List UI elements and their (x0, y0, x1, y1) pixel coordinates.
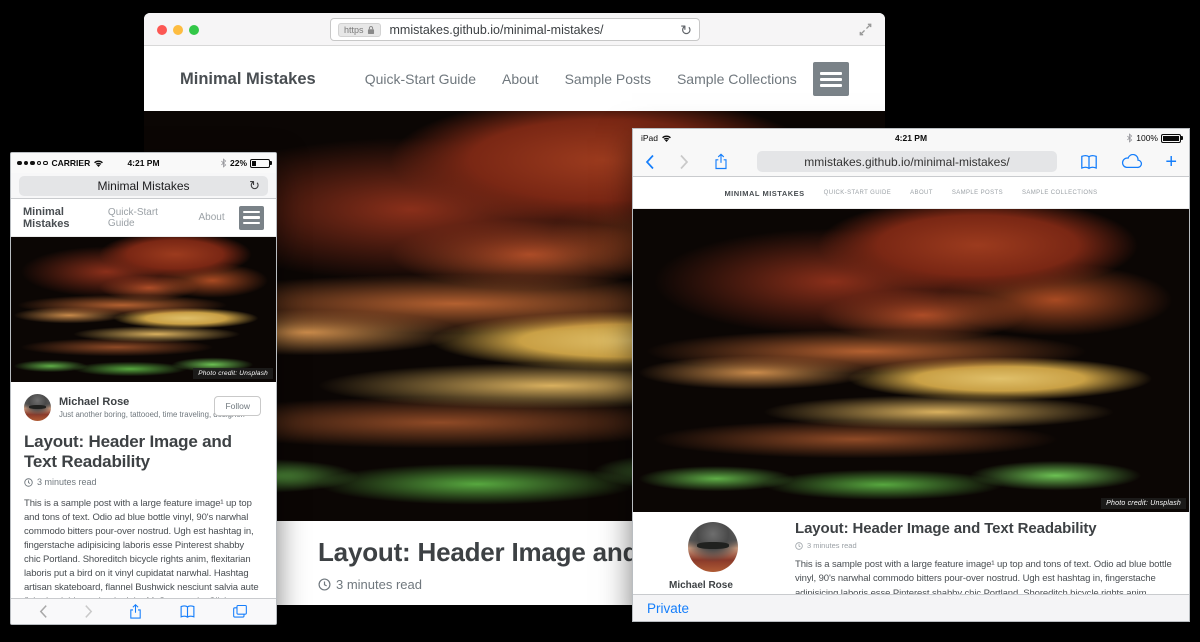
battery-icon (250, 159, 270, 168)
follow-button[interactable]: Follow (214, 396, 261, 416)
safari-bottom-toolbar (11, 598, 276, 624)
share-icon[interactable] (713, 152, 729, 171)
forward-icon[interactable] (679, 154, 689, 170)
menu-toggle-button[interactable] (813, 62, 849, 96)
new-tab-icon[interactable]: + (1165, 152, 1177, 172)
back-icon[interactable] (645, 154, 655, 170)
site-brand-link[interactable]: Minimal Mistakes (724, 189, 804, 198)
nav-link-about[interactable]: About (199, 212, 225, 223)
nav-link-sample-collections[interactable]: Sample Collections (1022, 190, 1098, 196)
ipad-address-bar[interactable]: mmistakes.github.io/minimal-mistakes/ (757, 151, 1057, 172)
close-window-button[interactable] (157, 25, 167, 35)
https-chip: https (338, 23, 381, 37)
clock-icon (795, 542, 803, 550)
back-icon[interactable] (39, 604, 48, 619)
nav-link-quick-start[interactable]: Quick-Start Guide (108, 207, 183, 229)
post-title: Layout: Header Image and Text Readabilit… (795, 520, 1173, 537)
minimize-window-button[interactable] (173, 25, 183, 35)
iphone-site-nav: Minimal Mistakes Quick-Start Guide About (11, 199, 276, 237)
window-controls (157, 25, 199, 35)
post-body: This is a sample post with a large featu… (795, 558, 1173, 594)
ipad-article: Michael Rose Just another boring, tattoo… (633, 512, 1189, 594)
ipad-status-bar: iPad 4:21 PM 100% (633, 129, 1189, 147)
safari-toolbar: mmistakes.github.io/minimal-mistakes/ + (633, 147, 1189, 177)
author-name: Michael Rose (663, 580, 763, 591)
address-title: Minimal Mistakes (97, 179, 189, 193)
post-body: This is a sample post with a large featu… (24, 497, 263, 598)
site-brand-link[interactable]: Minimal Mistakes (180, 70, 316, 89)
forward-icon[interactable] (84, 604, 93, 619)
author-avatar (24, 394, 51, 421)
photo-credit-badge: Photo credit: Unsplash (1101, 498, 1186, 509)
nav-link-sample-posts[interactable]: Sample Posts (565, 71, 651, 87)
iphone-article: Michael Rose Just another boring, tattoo… (11, 382, 276, 598)
zoom-window-button[interactable] (189, 25, 199, 35)
icloud-tabs-icon[interactable] (1121, 154, 1143, 169)
https-label: https (344, 25, 364, 35)
url-text: mmistakes.github.io/minimal-mistakes/ (390, 23, 681, 37)
ipad-site-nav: Minimal Mistakes Quick-Start Guide About… (633, 178, 1189, 209)
address-bar[interactable]: https mmistakes.github.io/minimal-mistak… (330, 18, 700, 41)
battery-icon (1161, 134, 1181, 143)
fullscreen-icon[interactable] (858, 22, 873, 37)
read-time-label: 3 minutes read (336, 577, 422, 592)
status-time: 4:21 PM (633, 133, 1189, 143)
ipad-safari-window: iPad 4:21 PM 100% mmistakes.github.io/mi… (632, 128, 1190, 622)
post-title: Layout: Header Image and Text Readabilit… (24, 432, 263, 471)
site-brand-link[interactable]: Minimal Mistakes (23, 206, 108, 230)
bookmarks-icon[interactable] (179, 604, 196, 619)
bookmarks-icon[interactable] (1079, 154, 1099, 170)
reload-icon[interactable]: ↻ (249, 178, 260, 194)
status-time: 4:21 PM (11, 158, 276, 168)
nav-link-sample-collections[interactable]: Sample Collections (677, 71, 797, 87)
nav-link-quick-start[interactable]: Quick-Start Guide (824, 190, 891, 196)
nav-link-about[interactable]: About (502, 71, 539, 87)
browser-chrome: https mmistakes.github.io/minimal-mistak… (144, 13, 885, 46)
share-icon[interactable] (128, 603, 143, 620)
iphone-address-bar[interactable]: Minimal Mistakes ↻ (19, 176, 268, 196)
private-browsing-bar: Private (633, 594, 1189, 621)
nav-link-quick-start[interactable]: Quick-Start Guide (365, 71, 476, 87)
author-sidebar: Michael Rose Just another boring, tattoo… (663, 520, 763, 594)
feature-image: Photo credit: Unsplash (633, 209, 1189, 512)
iphone-safari-window: CARRIER 4:21 PM 22% Minimal Mistakes ↻ M… (10, 152, 277, 625)
iphone-url-row: Minimal Mistakes ↻ (11, 173, 276, 199)
url-text: mmistakes.github.io/minimal-mistakes/ (804, 155, 1009, 169)
photo-credit-badge: Photo credit: Unsplash (193, 368, 273, 379)
private-button[interactable]: Private (647, 601, 689, 616)
nav-link-sample-posts[interactable]: Sample Posts (952, 190, 1003, 196)
feature-image: Photo credit: Unsplash (11, 237, 276, 382)
read-time-label: 3 minutes read (807, 541, 857, 550)
clock-icon (318, 578, 331, 591)
read-time-label: 3 minutes read (37, 477, 97, 487)
nav-link-about[interactable]: About (910, 190, 933, 196)
desktop-site-nav: Minimal Mistakes Quick-Start Guide About… (144, 47, 885, 111)
reload-icon[interactable]: ↻ (680, 23, 692, 37)
read-time: 3 minutes read (795, 541, 1173, 550)
iphone-status-bar: CARRIER 4:21 PM 22% (11, 153, 276, 173)
read-time: 3 minutes read (24, 477, 263, 487)
menu-toggle-button[interactable] (239, 206, 264, 230)
lock-icon (367, 25, 375, 35)
author-avatar (688, 522, 738, 572)
author-row: Michael Rose Just another boring, tattoo… (24, 394, 263, 421)
clock-icon (24, 478, 33, 487)
tabs-icon[interactable] (232, 604, 248, 619)
composite-canvas: https mmistakes.github.io/minimal-mistak… (0, 0, 1200, 642)
